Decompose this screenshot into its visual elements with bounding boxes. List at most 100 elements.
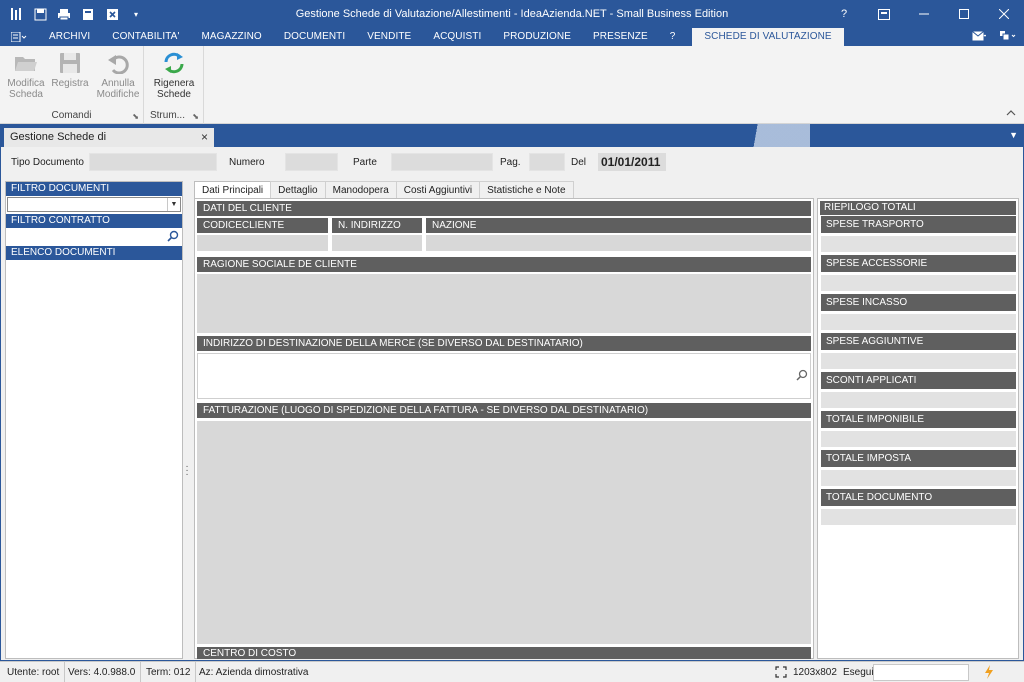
pag-field[interactable] (529, 153, 565, 171)
app-menu-icon[interactable] (0, 28, 38, 46)
collapse-ribbon-icon[interactable] (1006, 108, 1016, 119)
spese-accessorie-label: SPESE ACCESSORIE (821, 255, 1016, 272)
ragione-sociale-header: RAGIONE SOCIALE DE CLIENTE (197, 257, 811, 272)
document-tab[interactable]: Gestione Schede di Valutazione/Allestime… (4, 128, 214, 162)
centro-di-costo-header: CENTRO DI COSTO (197, 647, 811, 659)
tab-produzione[interactable]: PRODUZIONE (492, 28, 582, 46)
left-filter-pane: FILTRO DOCUMENTI ▼ FILTRO CONTRATTO ELEN… (5, 181, 183, 659)
quick-access-toolbar: ▾ (0, 0, 146, 28)
lightning-icon[interactable] (984, 665, 994, 682)
totale-documento-value[interactable] (821, 509, 1016, 525)
spese-aggiuntive-value[interactable] (821, 353, 1016, 369)
status-resolution: 1203x802 (793, 667, 837, 678)
spese-trasporto-value[interactable] (821, 236, 1016, 252)
document-tab-strip: Gestione Schede di Valutazione/Allestime… (0, 124, 1024, 162)
n-indirizzo-field[interactable] (332, 235, 422, 251)
spese-aggiuntive-label: SPESE AGGIUNTIVE (821, 333, 1016, 350)
numero-field[interactable] (285, 153, 338, 171)
undo-icon (105, 50, 131, 76)
tab-manodopera[interactable]: Manodopera (324, 181, 397, 199)
help-button[interactable]: ? (824, 0, 864, 28)
app-logo-icon[interactable] (6, 4, 26, 24)
totale-imposta-label: TOTALE IMPOSTA (821, 450, 1016, 467)
close-tab-icon[interactable]: × (201, 128, 208, 147)
n-indirizzo-label: N. INDIRIZZO (332, 218, 422, 233)
dialog-launcher-icon[interactable]: ⬊ (132, 112, 139, 121)
search-icon[interactable] (796, 369, 808, 384)
numero-label: Numero (229, 157, 265, 168)
window-controls: ? (824, 0, 1024, 28)
riepilogo-totali-header: RIEPILOGO TOTALI (820, 201, 1016, 215)
totale-imponibile-value[interactable] (821, 431, 1016, 447)
status-utente: Utente: root (2, 662, 66, 682)
codicecliente-label: CODICECLIENTE (197, 218, 328, 233)
nazione-field[interactable] (426, 235, 811, 251)
tab-statistiche-e-note[interactable]: Statistiche e Note (479, 181, 574, 199)
fullscreen-icon[interactable] (775, 666, 787, 681)
ribbon-tab-bar: ARCHIVI CONTABILITA' MAGAZZINO DOCUMENTI… (0, 28, 1024, 46)
restore-layout-icon[interactable] (864, 0, 904, 28)
pane-splitter[interactable]: · · · (185, 462, 189, 480)
tab-dettaglio[interactable]: Dettaglio (270, 181, 326, 199)
content-area: Tipo Documento Numero Parte Pag. Del 01/… (0, 147, 1024, 661)
spese-incasso-value[interactable] (821, 314, 1016, 330)
ribbon-group-label: Comandi ⬊ (51, 110, 139, 121)
registra-button[interactable]: Registra (50, 50, 90, 89)
del-label: Del (571, 157, 587, 168)
tab-costi-aggiuntivi[interactable]: Costi Aggiuntivi (395, 181, 481, 199)
ragione-sociale-field[interactable] (197, 274, 811, 333)
dati-principali-panel: DATI DEL CLIENTE CODICECLIENTE N. INDIRI… (194, 198, 814, 659)
rigenera-schede-button[interactable]: Rigenera Schede (152, 50, 196, 100)
windows-layout-icon[interactable] (1000, 30, 1016, 44)
chevron-down-icon[interactable]: ▼ (167, 198, 180, 211)
print-icon[interactable] (54, 4, 74, 24)
indirizzo-destinazione-header: INDIRIZZO DI DESTINAZIONE DELLA MERCE (S… (197, 336, 811, 351)
ribbon-group-comandi: Modifica Scheda Registra Annulla Modific… (0, 46, 144, 124)
filtro-documenti-combo[interactable]: ▼ (7, 197, 181, 212)
sconti-applicati-value[interactable] (821, 392, 1016, 408)
dialog-launcher-icon[interactable]: ⬊ (192, 112, 199, 121)
tab-list-dropdown-icon[interactable]: ▼ (1009, 130, 1018, 140)
tab-documenti[interactable]: DOCUMENTI (273, 28, 356, 46)
mail-icon[interactable] (972, 30, 987, 44)
spese-trasporto-label: SPESE TRASPORTO (821, 216, 1016, 233)
del-date-field[interactable]: 01/01/2011 (598, 153, 666, 171)
calculator-icon[interactable] (78, 4, 98, 24)
customize-toolbar-icon[interactable]: ▾ (126, 4, 146, 24)
annulla-modifiche-button[interactable]: Annulla Modifiche (96, 50, 140, 100)
close-icon[interactable] (984, 0, 1024, 28)
tab-contabilita[interactable]: CONTABILITA' (101, 28, 190, 46)
search-icon[interactable] (167, 230, 179, 245)
title-bar: ▾ Gestione Schede di Valutazione/Allesti… (0, 0, 1024, 28)
spese-accessorie-value[interactable] (821, 275, 1016, 291)
save-icon[interactable] (30, 4, 50, 24)
parte-label: Parte (353, 157, 377, 168)
modifica-scheda-button[interactable]: Modifica Scheda (6, 50, 46, 100)
sconti-applicati-label: SCONTI APPLICATI (821, 372, 1016, 389)
tab-archivi[interactable]: ARCHIVI (38, 28, 101, 46)
tipo-documento-field[interactable] (89, 153, 217, 171)
parte-field[interactable] (391, 153, 493, 171)
minimize-icon[interactable] (904, 0, 944, 28)
esegui-input[interactable] (873, 664, 969, 681)
floppy-disk-icon (57, 50, 83, 76)
riepilogo-totali-panel: RIEPILOGO TOTALI SPESE TRASPORTO SPESE A… (817, 198, 1019, 659)
tab-magazzino[interactable]: MAGAZZINO (190, 28, 272, 46)
tab-presenze[interactable]: PRESENZE (582, 28, 659, 46)
excel-icon[interactable] (102, 4, 122, 24)
dati-cliente-header: DATI DEL CLIENTE (197, 201, 811, 216)
tab-schede-di-valutazione[interactable]: SCHEDE DI VALUTAZIONE (692, 28, 844, 46)
maximize-icon[interactable] (944, 0, 984, 28)
totale-documento-label: TOTALE DOCUMENTO (821, 489, 1016, 506)
totale-imposta-value[interactable] (821, 470, 1016, 486)
tab-help[interactable]: ? (659, 28, 687, 46)
tab-dati-principali[interactable]: Dati Principali (194, 181, 272, 199)
fatturazione-field[interactable] (197, 421, 811, 644)
filtro-contratto-input[interactable] (7, 229, 181, 245)
tab-vendite[interactable]: VENDITE (356, 28, 422, 46)
tab-acquisti[interactable]: ACQUISTI (422, 28, 492, 46)
elenco-documenti-header: ELENCO DOCUMENTI (6, 246, 182, 260)
codicecliente-field[interactable] (197, 235, 328, 251)
status-azienda: Az: Azienda dimostrativa (199, 667, 309, 678)
indirizzo-destinazione-input[interactable] (197, 353, 811, 399)
